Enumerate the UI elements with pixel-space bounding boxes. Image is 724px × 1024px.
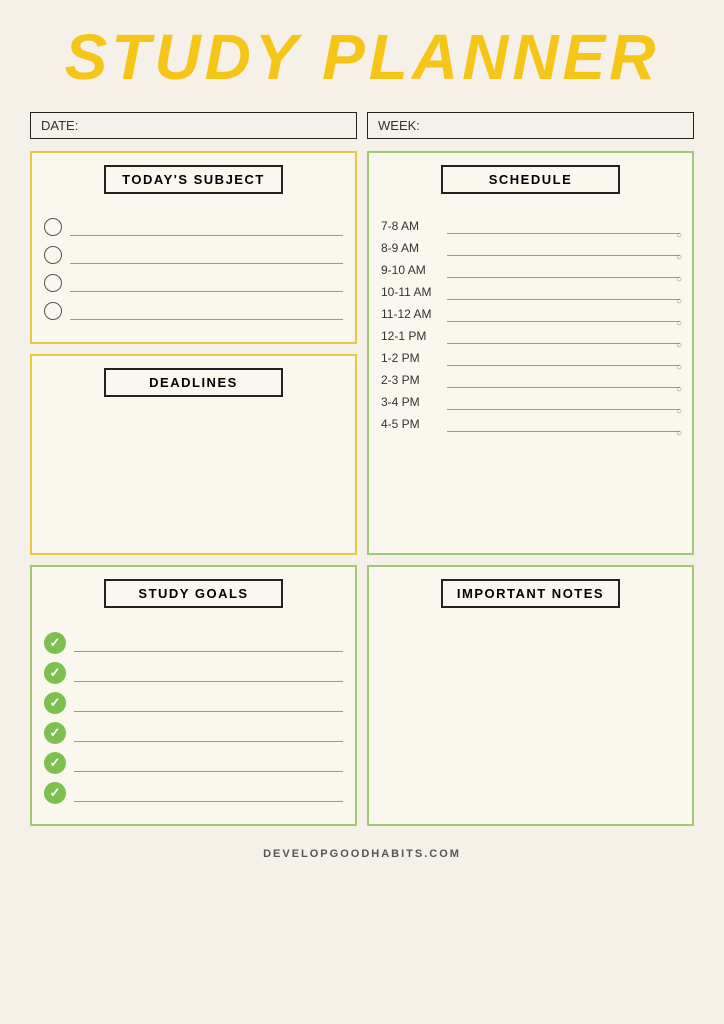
goal-item: ✓	[44, 752, 343, 774]
subject-line-2	[70, 246, 343, 264]
deadlines-content[interactable]	[44, 421, 343, 541]
goal-check-2[interactable]: ✓	[44, 662, 66, 684]
subject-checkbox-4[interactable]	[44, 302, 62, 320]
subject-item	[44, 246, 343, 264]
deadlines-header: DEADLINES	[104, 368, 283, 397]
goal-item: ✓	[44, 662, 343, 684]
goal-line-5	[74, 754, 343, 772]
subject-checkbox-1[interactable]	[44, 218, 62, 236]
schedule-section: SCHEDULE 7-8 AM 8-9 AM 9-10 AM 10-11 AM …	[367, 151, 694, 555]
time-slot: 3-4 PM	[381, 394, 680, 410]
goal-check-5[interactable]: ✓	[44, 752, 66, 774]
subject-line-4	[70, 302, 343, 320]
time-slot: 7-8 AM	[381, 218, 680, 234]
subject-checkbox-3[interactable]	[44, 274, 62, 292]
goal-item: ✓	[44, 632, 343, 654]
time-slot: 10-11 AM	[381, 284, 680, 300]
subject-item	[44, 302, 343, 320]
time-slot: 12-1 PM	[381, 328, 680, 344]
subject-line-1	[70, 218, 343, 236]
page-title: STUDY PLANNER	[65, 20, 660, 94]
goals-list: ✓ ✓ ✓ ✓ ✓ ✓	[44, 632, 343, 804]
subject-checkbox-2[interactable]	[44, 246, 62, 264]
today-subject-section: TODAY'S SUBJECT	[30, 151, 357, 344]
time-slot: 9-10 AM	[381, 262, 680, 278]
goal-check-3[interactable]: ✓	[44, 692, 66, 714]
today-subject-header: TODAY'S SUBJECT	[104, 165, 283, 194]
deadlines-section: DEADLINES	[30, 354, 357, 555]
study-goals-header: STUDY GOALS	[104, 579, 283, 608]
subject-item	[44, 218, 343, 236]
time-slot: 11-12 AM	[381, 306, 680, 322]
date-label: DATE:	[41, 118, 78, 133]
time-slot: 4-5 PM	[381, 416, 680, 432]
study-goals-section: STUDY GOALS ✓ ✓ ✓ ✓ ✓	[30, 565, 357, 826]
goal-line-6	[74, 784, 343, 802]
subject-line-3	[70, 274, 343, 292]
goal-line-3	[74, 694, 343, 712]
week-label: WEEK:	[378, 118, 420, 133]
goal-item: ✓	[44, 782, 343, 804]
goal-check-4[interactable]: ✓	[44, 722, 66, 744]
time-slot: 2-3 PM	[381, 372, 680, 388]
time-slot: 8-9 AM	[381, 240, 680, 256]
goal-item: ✓	[44, 692, 343, 714]
week-field[interactable]: WEEK:	[367, 112, 694, 139]
footer: DEVELOPGOODHABITS.COM	[263, 848, 461, 860]
subject-item	[44, 274, 343, 292]
goal-line-4	[74, 724, 343, 742]
important-notes-section: IMPORTANT NOTES	[367, 565, 694, 826]
subject-list	[44, 218, 343, 320]
goal-check-1[interactable]: ✓	[44, 632, 66, 654]
notes-content[interactable]	[381, 632, 680, 812]
goal-check-6[interactable]: ✓	[44, 782, 66, 804]
important-notes-header: IMPORTANT NOTES	[441, 579, 620, 608]
goal-line-1	[74, 634, 343, 652]
goal-item: ✓	[44, 722, 343, 744]
time-slot: 1-2 PM	[381, 350, 680, 366]
goal-line-2	[74, 664, 343, 682]
date-week-row: DATE: WEEK:	[30, 112, 694, 139]
schedule-header: SCHEDULE	[441, 165, 620, 194]
date-field[interactable]: DATE:	[30, 112, 357, 139]
